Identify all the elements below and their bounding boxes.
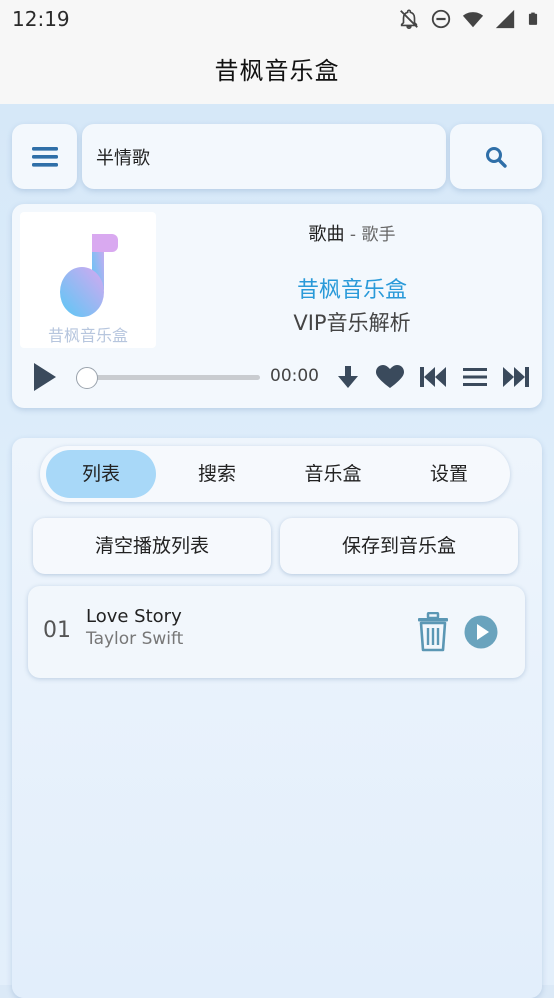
main-content: 昔枫音乐盒 歌曲 - 歌手 昔枫音乐盒 VIP音乐解析 00:00	[0, 104, 554, 998]
playlist-button[interactable]	[459, 361, 491, 393]
next-button[interactable]	[500, 361, 532, 393]
save-to-musicbox-button[interactable]: 保存到音乐盒	[280, 518, 518, 574]
artist-name: 歌手	[361, 225, 396, 245]
skip-next-icon	[503, 367, 529, 387]
favorite-button[interactable]	[374, 361, 406, 393]
brand-name: 昔枫音乐盒	[296, 278, 407, 303]
signal-icon	[495, 9, 515, 29]
tab-list[interactable]: 列表	[46, 450, 156, 498]
app-bar: 昔枫音乐盒	[0, 38, 554, 104]
download-icon	[338, 366, 358, 388]
track-title: Love Story	[86, 606, 182, 627]
search-input[interactable]	[96, 138, 426, 176]
skip-previous-icon	[420, 367, 446, 387]
download-button[interactable]	[332, 361, 364, 393]
menu-icon	[31, 146, 58, 167]
brand-subtitle: VIP音乐解析	[293, 311, 411, 335]
app-title: 昔枫音乐盒	[214, 57, 340, 85]
cover-caption: 昔枫音乐盒	[47, 326, 128, 345]
song-separator: -	[344, 225, 362, 245]
search-box[interactable]	[82, 124, 446, 189]
track-number: 01	[43, 618, 71, 643]
wifi-icon	[462, 12, 484, 28]
play-icon	[34, 363, 56, 391]
delete-icon[interactable]	[416, 612, 450, 652]
player-card: 昔枫音乐盒 歌曲 - 歌手 昔枫音乐盒 VIP音乐解析 00:00	[12, 204, 542, 408]
play-circle-icon[interactable]	[464, 615, 498, 649]
album-cover: 昔枫音乐盒	[20, 212, 156, 348]
track-artist: Taylor Swift	[86, 629, 184, 649]
player-controls: 00:00	[12, 359, 542, 395]
tab-settings[interactable]: 设置	[394, 450, 504, 498]
now-playing-line: 歌曲 - 歌手	[162, 220, 542, 246]
do-not-disturb-icon	[431, 9, 451, 29]
status-bar: 12:19	[0, 0, 554, 38]
clear-playlist-button[interactable]: 清空播放列表	[33, 518, 271, 574]
status-icons	[398, 8, 540, 30]
previous-button[interactable]	[417, 361, 449, 393]
time-display: 00:00	[270, 366, 319, 386]
playlist-panel: 列表 搜索 音乐盒 设置 清空播放列表 保存到音乐盒 01 Love Story…	[12, 438, 542, 998]
list-icon	[463, 368, 487, 386]
search-icon	[486, 146, 507, 168]
play-button[interactable]	[28, 361, 60, 393]
music-note-icon	[60, 234, 118, 317]
tab-search[interactable]: 搜索	[162, 450, 272, 498]
menu-button[interactable]	[12, 124, 77, 189]
notifications-off-icon	[400, 9, 418, 29]
tab-music-box[interactable]: 音乐盒	[278, 450, 388, 498]
list-item[interactable]: 01 Love Story Taylor Swift	[28, 586, 525, 678]
status-time: 12:19	[12, 7, 70, 31]
search-button[interactable]	[450, 124, 542, 189]
heart-icon	[376, 365, 404, 388]
battery-icon	[528, 12, 538, 25]
progress-thumb[interactable]	[76, 367, 98, 389]
progress-track[interactable]	[76, 375, 260, 380]
tab-bar: 列表 搜索 音乐盒 设置	[40, 446, 510, 502]
song-name: 歌曲	[308, 224, 345, 245]
